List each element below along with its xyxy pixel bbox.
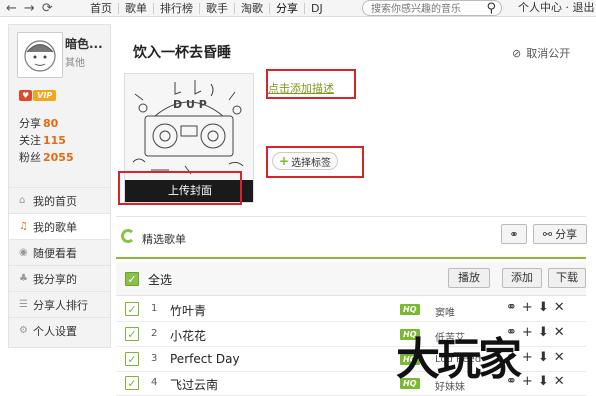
sidebar-item-my-shares[interactable]: ♣ 我分享的	[9, 265, 110, 291]
headphones-icon: ⚭	[509, 227, 519, 241]
sidebar-menu: ⌂ 我的首页 ♫ 我的歌单 ◉ 随便看看 ♣ 我分享的 ☰ 分享人排行 ⚙ 个人…	[9, 187, 110, 343]
account-links: 个人中心 · 退出	[518, 0, 595, 15]
sidebar-item-my-playlists[interactable]: ♫ 我的歌单	[9, 213, 110, 239]
search-icon[interactable]: ⚲	[486, 1, 496, 16]
top-navigation-bar: ← → ⟳ 首页 歌单 排行榜 歌手 淘歌 分享 DJ ⚲ 个人中心 · 退出	[0, 0, 596, 17]
track-artist[interactable]: 窦唯	[435, 304, 455, 319]
stat-share[interactable]: 分享 80	[19, 115, 74, 132]
browse-icon: ◉	[19, 247, 28, 258]
hq-badge: HQ	[400, 304, 420, 315]
back-arrow-icon[interactable]: ←	[6, 2, 17, 15]
stat-fans[interactable]: 粉丝 2055	[19, 149, 74, 166]
section-divider	[116, 216, 586, 217]
cover-doodle-image: D U P	[132, 80, 244, 175]
featured-playlist-logo-icon	[121, 229, 135, 243]
playlist-title: 饮入一杯去昏睡	[133, 45, 231, 61]
nav-home[interactable]: 首页	[84, 3, 119, 14]
unpublish-button[interactable]: ⊘ 取消公开	[512, 45, 570, 61]
stat-following[interactable]: 关注 115	[19, 132, 74, 149]
highlight-add-description	[266, 69, 356, 99]
add-icon[interactable]: +	[522, 350, 533, 365]
left-sidebar: 暗色... 其他 ♥ VIP 分享 80 关注 115 粉丝 2055 ⌂ 我的首页 …	[8, 24, 111, 348]
nav-charts[interactable]: 排行榜	[154, 3, 200, 14]
track-name[interactable]: 小花花	[170, 327, 206, 344]
download-icon[interactable]: ⬇	[538, 300, 549, 315]
download-icon[interactable]: ⬇	[538, 325, 549, 340]
listen-icon[interactable]: ⚭	[506, 300, 517, 315]
avatar[interactable]	[17, 32, 63, 78]
track-number: 3	[151, 353, 158, 364]
user-subtitle: 其他	[65, 58, 85, 69]
user-stats: 分享 80 关注 115 粉丝 2055	[19, 115, 74, 166]
nav-dj[interactable]: DJ	[305, 3, 329, 14]
share-icon: ⚯	[542, 227, 553, 241]
table-row[interactable]: ✓ 1 竹叶青 HQ 窦唯 ⚭ + ⬇ ✕	[116, 298, 586, 322]
row-checkbox[interactable]: ✓	[125, 352, 139, 366]
home-icon: ⌂	[19, 195, 26, 206]
nav-artists[interactable]: 歌手	[200, 3, 235, 14]
green-divider	[116, 257, 586, 259]
track-name[interactable]: Perfect Day	[170, 352, 240, 366]
sidebar-item-browse[interactable]: ◉ 随便看看	[9, 239, 110, 265]
svg-text:D U P: D U P	[173, 98, 207, 111]
delete-icon[interactable]: ✕	[554, 300, 565, 315]
gear-icon: ⚙	[19, 325, 28, 336]
username[interactable]: 暗色...	[65, 35, 103, 52]
row-checkbox[interactable]: ✓	[125, 376, 139, 390]
row-actions: ⚭ + ⬇ ✕	[506, 300, 565, 315]
search-box: ⚲	[362, 0, 502, 17]
highlight-upload-cover	[118, 171, 242, 205]
download-icon[interactable]: ⬇	[538, 350, 549, 365]
track-number: 1	[151, 303, 158, 314]
section-title: 精选歌单	[142, 233, 186, 246]
separator: ·	[565, 1, 570, 14]
vip-logo-icon: ♥	[19, 90, 33, 101]
add-icon[interactable]: +	[522, 325, 533, 340]
avatar-face-icon	[24, 40, 56, 72]
track-number: 4	[151, 377, 158, 388]
logout-link[interactable]: 退出	[573, 1, 595, 14]
user-center-link[interactable]: 个人中心	[518, 1, 562, 14]
bulk-action-bar: ✓ 全选 播放 添加 下载	[116, 262, 586, 296]
nav-discover[interactable]: 淘歌	[235, 3, 270, 14]
add-button[interactable]: 添加	[502, 268, 542, 288]
share-icon: ♣	[19, 273, 28, 284]
music-icon: ♫	[19, 221, 28, 232]
select-all-checkbox[interactable]: ✓	[125, 272, 139, 286]
track-number: 2	[151, 328, 158, 339]
main-nav: 首页 歌单 排行榜 歌手 淘歌 分享 DJ	[84, 0, 329, 17]
rank-icon: ☰	[19, 299, 28, 310]
sidebar-item-settings[interactable]: ⚙ 个人设置	[9, 317, 110, 343]
nav-playlists[interactable]: 歌单	[119, 3, 154, 14]
track-name[interactable]: 竹叶青	[170, 302, 206, 319]
eye-off-icon: ⊘	[512, 46, 522, 60]
watermark-logo: 大玩家	[396, 334, 522, 385]
delete-icon[interactable]: ✕	[554, 325, 565, 340]
highlight-choose-tag	[266, 146, 364, 178]
forward-arrow-icon[interactable]: →	[24, 2, 35, 15]
add-icon[interactable]: +	[522, 300, 533, 315]
sidebar-item-home[interactable]: ⌂ 我的首页	[9, 187, 110, 213]
search-input[interactable]	[371, 2, 481, 17]
nav-share[interactable]: 分享	[270, 3, 305, 14]
refresh-icon[interactable]: ⟳	[42, 2, 53, 15]
sidebar-item-share-ranking[interactable]: ☰ 分享人排行	[9, 291, 110, 317]
share-button[interactable]: ⚯ 分享	[533, 224, 587, 244]
delete-icon[interactable]: ✕	[554, 350, 565, 365]
history-controls: ← → ⟳	[6, 0, 53, 17]
vip-label: VIP	[33, 90, 57, 101]
download-icon[interactable]: ⬇	[538, 374, 549, 389]
select-all-label: 全选	[148, 273, 173, 287]
add-icon[interactable]: +	[522, 374, 533, 389]
vip-badge[interactable]: ♥ VIP	[19, 90, 57, 101]
row-checkbox[interactable]: ✓	[125, 327, 139, 341]
delete-icon[interactable]: ✕	[554, 374, 565, 389]
play-button[interactable]: 播放	[448, 268, 490, 288]
row-checkbox[interactable]: ✓	[125, 302, 139, 316]
track-name[interactable]: 飞过云南	[170, 376, 218, 393]
download-button[interactable]: 下载	[548, 268, 586, 288]
headphones-button[interactable]: ⚭	[501, 224, 527, 244]
